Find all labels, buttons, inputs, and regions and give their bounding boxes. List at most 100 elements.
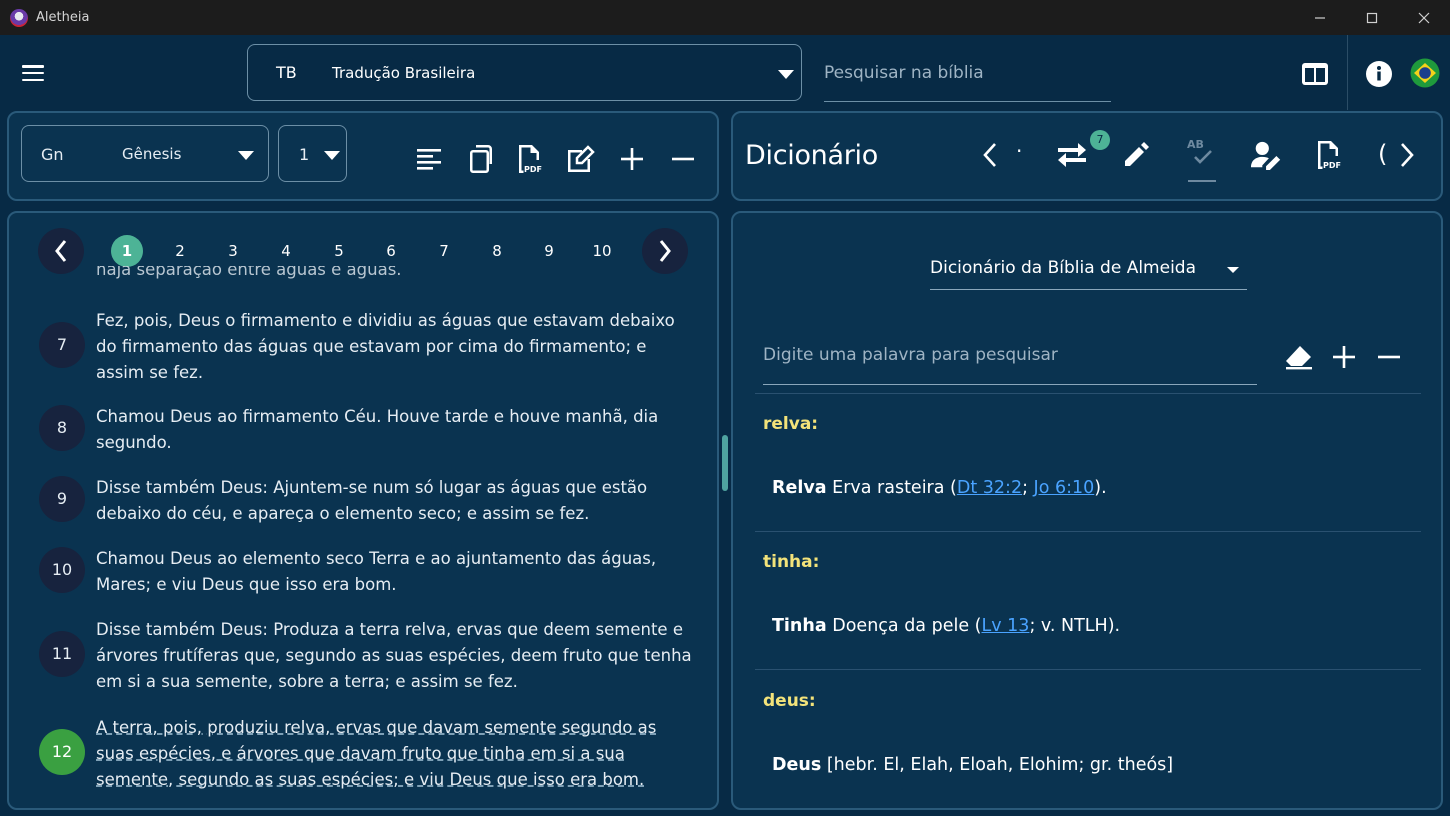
spellcheck-underline (1188, 180, 1216, 182)
entry-tail: ; v. NTLH). (1029, 616, 1121, 636)
entry-body: Doença da pele ( (832, 616, 982, 636)
page-8[interactable]: 8 (481, 235, 513, 267)
window-controls (1294, 0, 1450, 35)
svg-text:PDF: PDF (524, 165, 542, 174)
verse-link[interactable]: Jo 6:10 (1034, 478, 1095, 498)
dictionary-search-input[interactable]: Digite uma palavra para pesquisar (763, 333, 1257, 385)
verse-text: Fez, pois, Deus o firmamento e dividiu a… (96, 311, 675, 382)
page-4[interactable]: 4 (270, 235, 302, 267)
page-10[interactable]: 10 (586, 235, 618, 267)
dictionary-source-label: Dicionário da Bíblia de Almeida (930, 258, 1197, 278)
eraser-icon[interactable] (1283, 341, 1315, 373)
bible-reader-panel: 1 2 3 4 5 6 7 8 9 10 haja separação entr… (7, 211, 719, 810)
chapter-number: 1 (299, 145, 310, 164)
verse-partial-text: haja separação entre águas e águas. (96, 266, 402, 279)
spellcheck-icon[interactable]: AB (1185, 135, 1217, 167)
chevron-left-icon[interactable] (974, 139, 1006, 171)
align-icon[interactable] (413, 143, 445, 175)
verse-number: 7 (39, 322, 85, 368)
page-5[interactable]: 5 (323, 235, 355, 267)
bracket-label: ( (1378, 140, 1388, 168)
brazil-flag-icon[interactable] (1409, 57, 1441, 89)
dictionary-title: Dicionário (745, 140, 878, 171)
entry-head: Deus (772, 755, 822, 775)
dictionary-toolbar: Dicionário · 7 AB PDF ( (731, 111, 1443, 201)
scrollbar-thumb[interactable] (722, 435, 728, 491)
page-1[interactable]: 1 (111, 235, 143, 267)
verse-link[interactable]: Dt 32:2 (957, 478, 1022, 498)
app-logo-icon (10, 8, 28, 27)
close-icon[interactable] (1398, 0, 1450, 35)
minus-icon[interactable] (667, 143, 699, 175)
notification-badge: 7 (1090, 130, 1110, 150)
plus-icon[interactable] (616, 143, 648, 175)
copy-icon[interactable] (464, 143, 496, 175)
verse-number: 11 (39, 631, 85, 677)
entry-word: tinha: (763, 552, 820, 572)
entry-word: deus: (763, 691, 816, 711)
verse-text: Chamou Deus ao elemento seco Terra e ao … (96, 549, 657, 594)
dictionary-panel: Dicionário da Bíblia de Almeida Digite u… (731, 211, 1443, 810)
appbar-divider (1347, 35, 1348, 110)
version-abbr: TB (276, 63, 297, 82)
window-title: Aletheia (36, 10, 90, 25)
maximize-icon[interactable] (1346, 0, 1398, 35)
page-6[interactable]: 6 (375, 235, 407, 267)
bible-search-input[interactable]: Pesquisar na bíblia (824, 57, 1111, 102)
svg-text:AB: AB (1187, 138, 1204, 151)
chapter-select[interactable]: 1 (278, 125, 347, 182)
chevron-right-icon[interactable] (1391, 139, 1423, 171)
page-3[interactable]: 3 (217, 235, 249, 267)
entry-head: Relva (772, 478, 827, 498)
minimize-icon[interactable] (1294, 0, 1346, 35)
menu-icon[interactable] (22, 65, 44, 82)
verse-number: 10 (39, 547, 85, 593)
chevron-down-icon (324, 151, 340, 160)
entry-separator: ; (1022, 478, 1034, 498)
dot-indicator: · (1016, 139, 1023, 163)
plus-icon[interactable] (1328, 341, 1360, 373)
reader-toolbar: Gn Gênesis 1 PDF (7, 111, 719, 201)
swap-icon[interactable] (1056, 139, 1088, 171)
info-icon[interactable] (1364, 59, 1394, 89)
bible-version-select[interactable]: TB Tradução Brasileira (247, 44, 802, 101)
entry-definition: Deus [hebr. El, Elah, Eloah, Elohim; gr.… (772, 755, 1173, 775)
pdf-icon[interactable]: PDF (1313, 139, 1345, 171)
page-2[interactable]: 2 (164, 235, 196, 267)
verse-number: 12 (39, 729, 85, 775)
book-abbr: Gn (41, 145, 64, 164)
entry-word: relva: (763, 414, 819, 434)
verse-number: 8 (39, 405, 85, 451)
verse-text: Chamou Deus ao firmamento Céu. Houve tar… (96, 407, 659, 452)
verse-text: Disse também Deus: Ajuntem-se num só lug… (96, 478, 648, 523)
entry-head: Tinha (772, 616, 827, 636)
verse-link[interactable]: Lv 13 (982, 616, 1030, 636)
entry-body: Erva rasteira ( (832, 478, 957, 498)
pdf-icon[interactable]: PDF (514, 143, 546, 175)
svg-text:PDF: PDF (1323, 161, 1341, 170)
dictionary-source-select[interactable]: Dicionário da Bíblia de Almeida (930, 258, 1247, 290)
title-bar: Aletheia (0, 0, 1450, 35)
book-select[interactable]: Gn Gênesis (21, 125, 269, 182)
entry-divider (755, 393, 1421, 394)
entry-tail: ). (1094, 478, 1107, 498)
split-view-icon[interactable] (1300, 61, 1330, 87)
book-name: Gênesis (122, 145, 182, 163)
page-7[interactable]: 7 (428, 235, 460, 267)
version-name: Tradução Brasileira (332, 64, 476, 82)
verse-text: A terra, pois, produziu relva, ervas que… (96, 718, 657, 789)
minus-icon[interactable] (1373, 341, 1405, 373)
verse-partial: haja separação entre águas e águas. (9, 266, 717, 292)
chevron-down-icon (778, 70, 794, 79)
page-9[interactable]: 9 (533, 235, 565, 267)
verse-number: 9 (39, 476, 85, 522)
verse-text: Disse também Deus: Produza a terra relva… (96, 620, 692, 691)
entry-definition: Tinha Doença da pele (Lv 13; v. NTLH). (772, 616, 1120, 636)
edit-note-icon[interactable] (565, 143, 597, 175)
user-edit-icon[interactable] (1251, 139, 1283, 171)
entry-definition: Relva Erva rasteira (Dt 32:2; Jo 6:10). (772, 478, 1107, 498)
app-bar: TB Tradução Brasileira Pesquisar na bíbl… (0, 35, 1450, 110)
chevron-down-icon (1227, 267, 1239, 273)
pencil-icon[interactable] (1120, 139, 1152, 171)
entry-divider (755, 531, 1421, 532)
